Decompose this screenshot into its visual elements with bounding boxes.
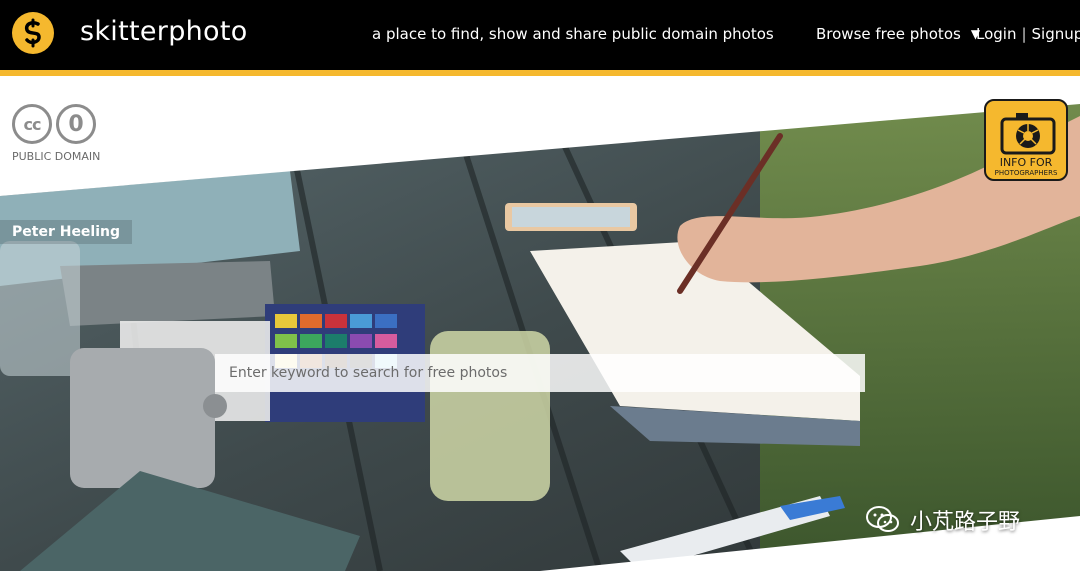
auth-separator: | <box>1021 25 1027 43</box>
site-tagline: a place to find, show and share public d… <box>372 25 774 43</box>
public-domain-label: PUBLIC DOMAIN <box>12 150 101 163</box>
photographer-credit[interactable]: Peter Heeling <box>0 220 133 244</box>
public-domain-badge[interactable]: cc 0 PUBLIC DOMAIN <box>12 104 102 163</box>
info-for-photographers-button[interactable]: INFO FOR PHOTOGRAPHERS <box>984 99 1068 181</box>
creative-commons-icon: cc <box>12 104 52 144</box>
cc-zero-icon: 0 <box>56 104 96 144</box>
hero-photo <box>0 76 1080 571</box>
skitterphoto-logo-icon[interactable] <box>12 12 54 54</box>
auth-links: Login | Signup <box>976 25 1080 43</box>
hero-section <box>0 76 1080 571</box>
signup-link[interactable]: Signup <box>1032 25 1080 43</box>
brand-name[interactable]: skitterphoto <box>80 16 248 47</box>
browse-free-photos-menu[interactable]: Browse free photos ▼ <box>816 25 980 43</box>
license-icons: cc 0 <box>12 104 102 144</box>
camera-icon <box>1000 113 1056 155</box>
wechat-icon <box>866 506 899 532</box>
info-badge-line1: INFO FOR <box>999 156 1053 169</box>
info-badge-line2: PHOTOGRAPHERS <box>994 169 1058 177</box>
browse-label: Browse free photos <box>816 25 961 43</box>
login-link[interactable]: Login <box>976 25 1016 43</box>
top-navbar: skitterphoto a place to find, show and s… <box>0 0 1080 70</box>
watermark-text: 小芃路子野 <box>910 510 1021 535</box>
search-input[interactable] <box>215 354 865 392</box>
watermark: 小芃路子野 <box>866 504 1020 536</box>
